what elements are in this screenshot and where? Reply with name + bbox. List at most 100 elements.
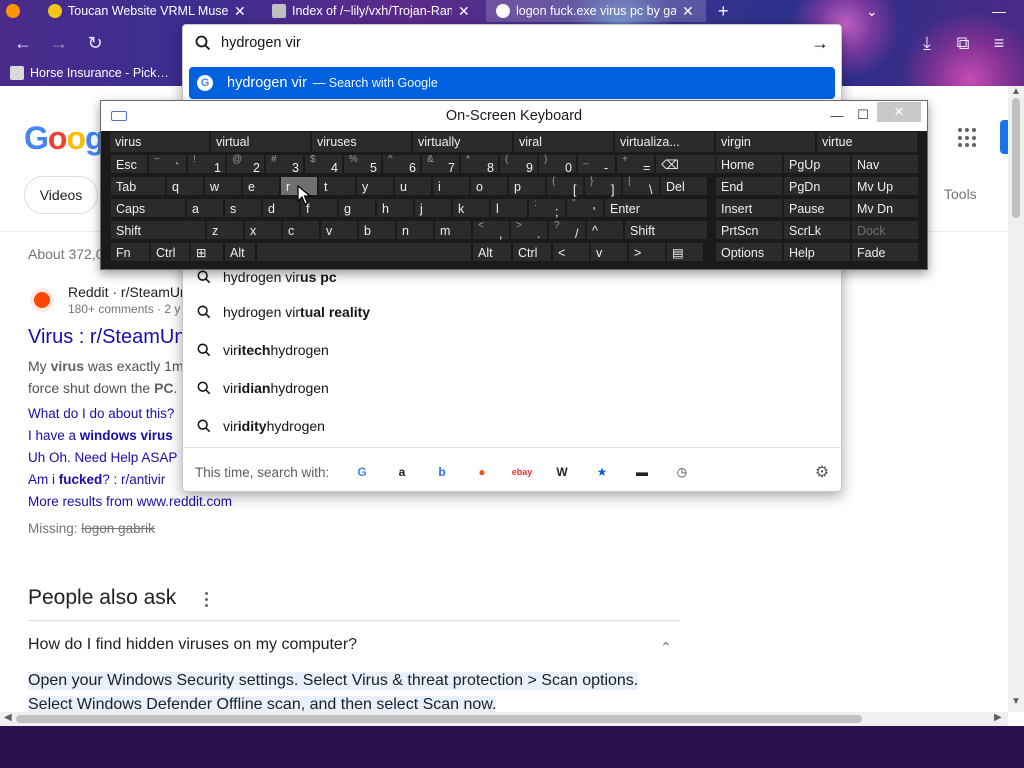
key-home[interactable]: Home: [715, 154, 783, 174]
sub-result-link[interactable]: I have a windows virus: [28, 428, 173, 443]
maximize-icon[interactable]: ☐: [849, 105, 877, 125]
back-arrow-icon[interactable]: ←: [10, 30, 36, 56]
forward-arrow-icon[interactable]: →: [46, 30, 72, 56]
key-scrlk[interactable]: ScrLk: [783, 220, 851, 240]
key-9[interactable]: (9: [499, 154, 538, 175]
key-left-arrow[interactable]: <: [552, 242, 590, 262]
go-arrow-icon[interactable]: →: [811, 33, 829, 54]
key-s[interactable]: s: [224, 198, 262, 218]
key-x[interactable]: x: [244, 220, 282, 240]
close-tab-icon[interactable]: ✕: [234, 3, 246, 20]
key-caps[interactable]: Caps: [110, 198, 186, 218]
minimize-window-icon[interactable]: —: [992, 0, 1006, 22]
amazon-engine-icon[interactable]: a: [391, 461, 413, 483]
key-pgdn[interactable]: PgDn: [783, 176, 851, 196]
key-up-arrow[interactable]: ^: [586, 220, 624, 240]
sign-in-button[interactable]: [1000, 120, 1008, 154]
scrollbar-thumb[interactable]: [1012, 98, 1020, 218]
tab-google-search[interactable]: logon fuck.exe virus pc by gabr… ✕: [486, 0, 706, 22]
key-i[interactable]: i: [432, 176, 470, 196]
hamburger-menu-icon[interactable]: ≡: [986, 30, 1012, 56]
key-p[interactable]: p: [508, 176, 546, 196]
scrollbar-thumb[interactable]: [16, 715, 862, 723]
firefox-menu-icon[interactable]: [0, 0, 24, 22]
key-w[interactable]: w: [204, 176, 242, 196]
word-prediction[interactable]: virus: [110, 132, 210, 152]
google-engine-icon[interactable]: G: [351, 461, 373, 483]
word-prediction[interactable]: virtual: [211, 132, 311, 152]
suggestion-item[interactable]: hydrogen vir tual reality: [189, 296, 835, 328]
key-b[interactable]: b: [358, 220, 396, 240]
close-tab-icon[interactable]: ✕: [682, 3, 694, 20]
key-shift[interactable]: Shift: [624, 220, 708, 240]
key-mv-up[interactable]: Mv Up: [851, 176, 919, 196]
key-enter[interactable]: Enter: [604, 198, 708, 218]
key-z[interactable]: z: [206, 220, 244, 240]
key-help[interactable]: Help: [783, 242, 851, 262]
key-`[interactable]: ~ `: [148, 154, 187, 175]
key-fade[interactable]: Fade: [851, 242, 919, 262]
sub-result-link[interactable]: Uh Oh. Need Help ASAP: [28, 450, 177, 465]
key-y[interactable]: y: [356, 176, 394, 196]
key-2[interactable]: @2: [226, 154, 265, 175]
key-u[interactable]: u: [394, 176, 432, 196]
tab-index[interactable]: Index of /~lily/vxh/Trojan-Ran… ✕: [262, 0, 480, 22]
duckduckgo-engine-icon[interactable]: ●: [471, 461, 493, 483]
key-c[interactable]: c: [282, 220, 320, 240]
horizontal-scrollbar[interactable]: ◀ ▶: [0, 712, 1008, 726]
tools-button[interactable]: Tools: [944, 186, 977, 202]
vertical-scrollbar[interactable]: ▲ ▼: [1008, 86, 1024, 712]
key-windows[interactable]: ⊞: [190, 242, 224, 262]
key-end[interactable]: End: [715, 176, 783, 196]
key-backspace[interactable]: ⌫: [655, 154, 717, 174]
filter-chip-videos[interactable]: Videos: [24, 176, 98, 214]
word-prediction[interactable]: viral: [514, 132, 614, 152]
key-g[interactable]: g: [338, 198, 376, 218]
key-pgup[interactable]: PgUp: [783, 154, 851, 174]
tab-toucan[interactable]: Toucan Website VRML Museum ✕: [38, 0, 256, 22]
suggestion-item[interactable]: vir idity hydrogen: [189, 410, 835, 442]
bing-engine-icon[interactable]: b: [431, 461, 453, 483]
key-l[interactable]: l: [490, 198, 528, 218]
close-tab-icon[interactable]: ✕: [458, 3, 470, 20]
key-slash[interactable]: ? /: [548, 220, 586, 241]
key-q[interactable]: q: [166, 176, 204, 196]
key-7[interactable]: & 7: [421, 154, 460, 175]
key-pause[interactable]: Pause: [783, 198, 851, 218]
extensions-icon[interactable]: ⧉: [950, 30, 976, 56]
key-alt[interactable]: Alt: [224, 242, 256, 262]
key-backslash[interactable]: | \: [622, 176, 660, 197]
suggestion-search-google[interactable]: G hydrogen vir — Search with Google: [189, 67, 835, 99]
reload-icon[interactable]: ↻: [82, 30, 108, 56]
search-settings-gear-icon[interactable]: ⚙: [811, 461, 833, 483]
key-ctrl[interactable]: Ctrl: [512, 242, 552, 262]
key-nav[interactable]: Nav: [851, 154, 919, 174]
tabs-engine-icon[interactable]: ▬: [631, 461, 653, 483]
suggestion-item[interactable]: vir idian hydrogen: [189, 372, 835, 404]
scroll-left-arrow-icon[interactable]: ◀: [4, 712, 12, 723]
wikipedia-engine-icon[interactable]: W: [551, 461, 573, 483]
key-m[interactable]: m: [434, 220, 472, 240]
key-8[interactable]: * 8: [460, 154, 499, 175]
key-esc[interactable]: Esc: [110, 154, 148, 174]
more-results-link[interactable]: More results from www.reddit.com: [28, 494, 232, 509]
key-6[interactable]: ^ 6: [382, 154, 421, 175]
key--[interactable]: _ -: [577, 154, 616, 175]
key-][interactable]: }]: [584, 176, 622, 197]
paa-question[interactable]: How do I find hidden viruses on my compu…: [28, 636, 357, 654]
scroll-up-arrow-icon[interactable]: ▲: [1008, 86, 1024, 97]
key-d[interactable]: d: [262, 198, 300, 218]
key-4[interactable]: $4: [304, 154, 343, 175]
key-o[interactable]: o: [470, 176, 508, 196]
osk-title-bar[interactable]: On-Screen Keyboard — ☐ ✕: [101, 101, 927, 131]
close-icon[interactable]: ✕: [877, 102, 921, 122]
key-alt[interactable]: Alt: [472, 242, 512, 262]
downloads-icon[interactable]: ⤓: [914, 30, 940, 56]
ebay-engine-icon[interactable]: ebay: [511, 461, 533, 483]
key-insert[interactable]: Insert: [715, 198, 783, 218]
google-apps-icon[interactable]: [958, 128, 978, 148]
key-down-arrow[interactable]: v: [590, 242, 628, 262]
key-quote[interactable]: " ': [566, 198, 604, 219]
key-j[interactable]: j: [414, 198, 452, 218]
key-[[interactable]: {[: [546, 176, 584, 197]
